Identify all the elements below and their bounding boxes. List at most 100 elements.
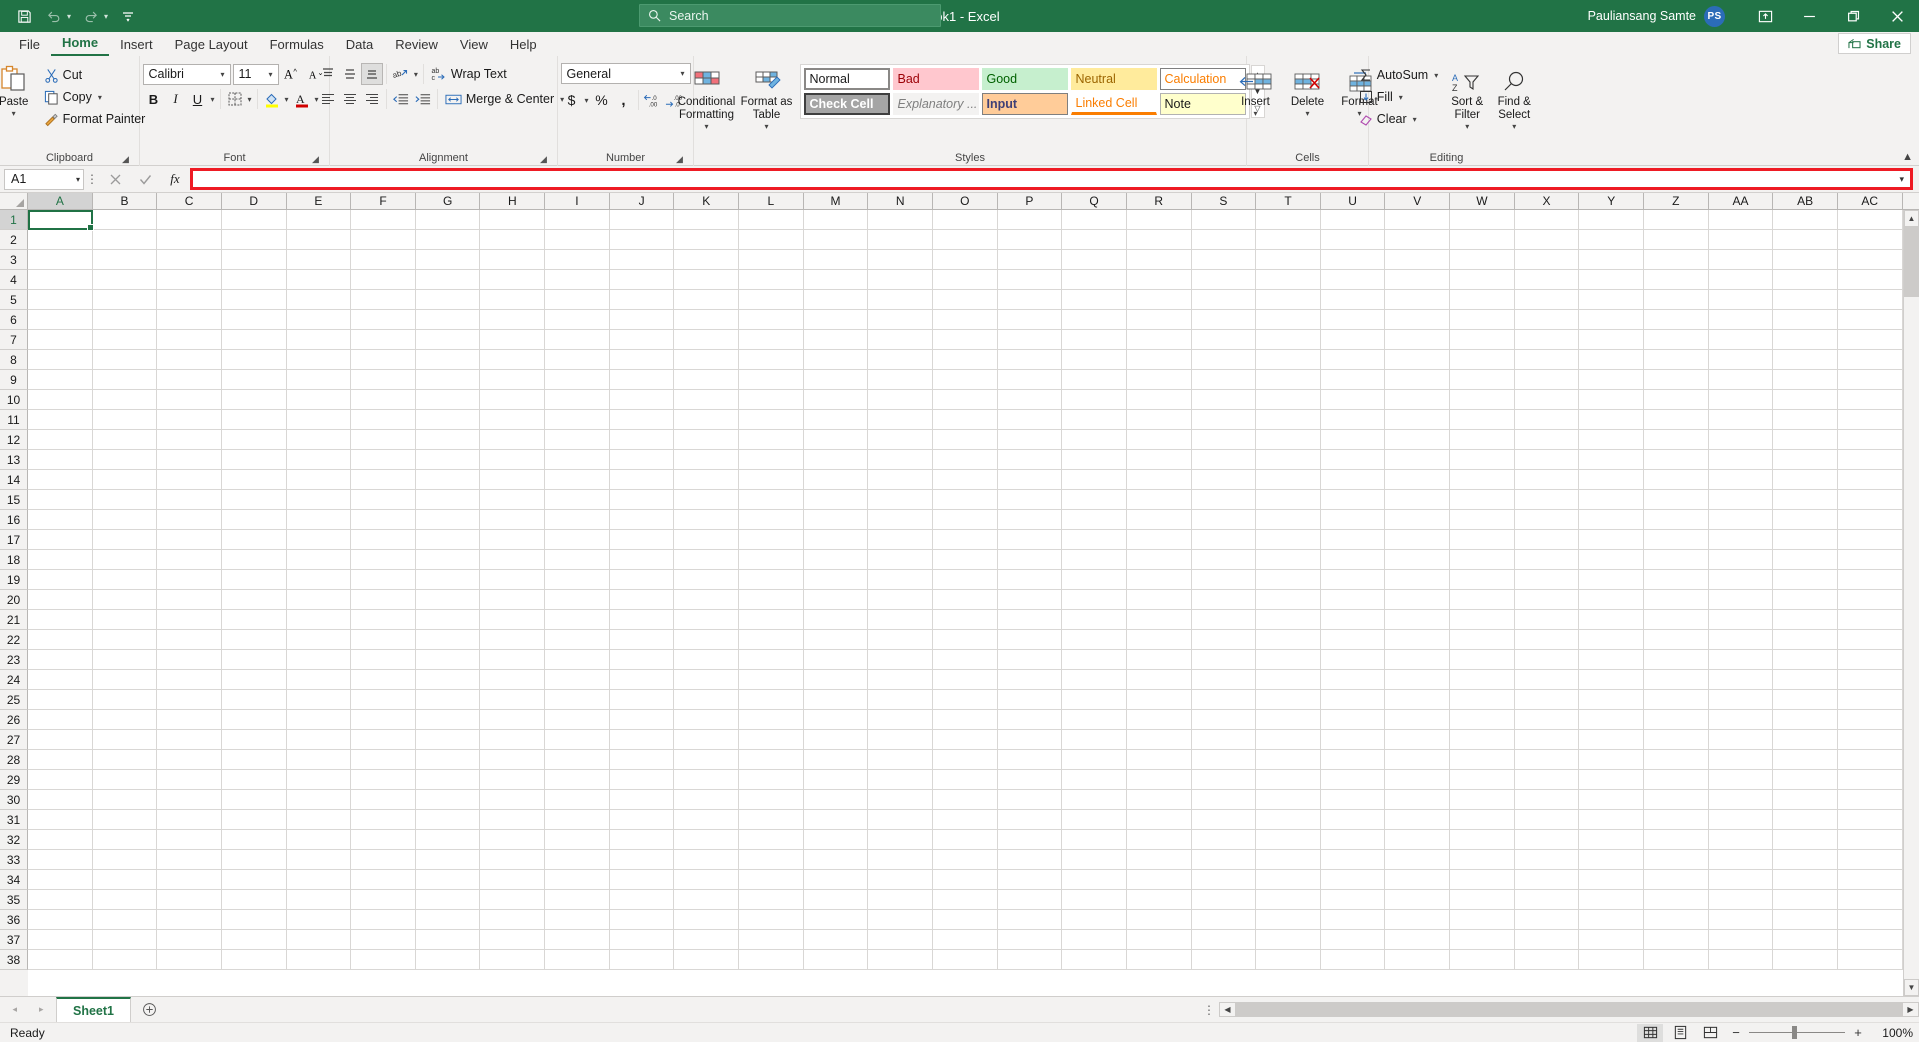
cell-E23[interactable] bbox=[286, 650, 352, 670]
cell-A22[interactable] bbox=[28, 630, 93, 650]
cell-J38[interactable] bbox=[609, 950, 675, 970]
tab-insert[interactable]: Insert bbox=[109, 34, 164, 56]
cell-A33[interactable] bbox=[28, 850, 93, 870]
cell-I17[interactable] bbox=[545, 530, 610, 550]
cell-F11[interactable] bbox=[351, 410, 416, 430]
cell-W4[interactable] bbox=[1450, 270, 1515, 290]
cell-R10[interactable] bbox=[1126, 390, 1192, 410]
cell-F28[interactable] bbox=[351, 750, 416, 770]
cell-C3[interactable] bbox=[157, 250, 222, 270]
cell-S21[interactable] bbox=[1191, 610, 1257, 630]
cell-O8[interactable] bbox=[932, 350, 998, 370]
cell-AA32[interactable] bbox=[1708, 830, 1774, 850]
cell-A10[interactable] bbox=[28, 390, 93, 410]
cell-AA26[interactable] bbox=[1708, 710, 1774, 730]
cell-U2[interactable] bbox=[1320, 230, 1386, 250]
cell-O3[interactable] bbox=[932, 250, 998, 270]
cell-AB11[interactable] bbox=[1773, 410, 1838, 430]
cell-T38[interactable] bbox=[1256, 950, 1321, 970]
cell-K26[interactable] bbox=[674, 710, 740, 730]
cell-E28[interactable] bbox=[286, 750, 352, 770]
tab-file[interactable]: File bbox=[8, 34, 51, 56]
cell-AC30[interactable] bbox=[1837, 790, 1903, 810]
cell-M8[interactable] bbox=[803, 350, 869, 370]
accounting-format-button[interactable]: $ bbox=[561, 89, 583, 111]
cell-O26[interactable] bbox=[932, 710, 998, 730]
cell-R30[interactable] bbox=[1126, 790, 1192, 810]
borders-button[interactable] bbox=[224, 88, 246, 110]
cell-K28[interactable] bbox=[674, 750, 740, 770]
cell-T24[interactable] bbox=[1256, 670, 1321, 690]
cell-AA34[interactable] bbox=[1708, 870, 1774, 890]
cell-E5[interactable] bbox=[286, 290, 352, 310]
cell-AA36[interactable] bbox=[1708, 910, 1774, 930]
column-header-U[interactable]: U bbox=[1320, 193, 1386, 210]
cell-I11[interactable] bbox=[545, 410, 610, 430]
cell-A15[interactable] bbox=[28, 490, 93, 510]
cell-E35[interactable] bbox=[286, 890, 352, 910]
cell-D21[interactable] bbox=[221, 610, 287, 630]
cell-D6[interactable] bbox=[221, 310, 287, 330]
cell-E31[interactable] bbox=[286, 810, 352, 830]
cell-N37[interactable] bbox=[868, 930, 933, 950]
cell-W30[interactable] bbox=[1450, 790, 1515, 810]
cell-I19[interactable] bbox=[545, 570, 610, 590]
cell-AC16[interactable] bbox=[1837, 510, 1903, 530]
cell-C23[interactable] bbox=[157, 650, 222, 670]
cell-J18[interactable] bbox=[609, 550, 675, 570]
cell-E15[interactable] bbox=[286, 490, 352, 510]
cell-Y25[interactable] bbox=[1579, 690, 1645, 710]
cell-F38[interactable] bbox=[351, 950, 416, 970]
cell-S37[interactable] bbox=[1191, 930, 1257, 950]
cell-A2[interactable] bbox=[28, 230, 93, 250]
cell-C37[interactable] bbox=[157, 930, 222, 950]
cell-V32[interactable] bbox=[1385, 830, 1451, 850]
row-header-37[interactable]: 37 bbox=[0, 930, 28, 950]
cell-AA6[interactable] bbox=[1708, 310, 1774, 330]
cell-M20[interactable] bbox=[803, 590, 869, 610]
cell-W9[interactable] bbox=[1450, 370, 1515, 390]
cell-K37[interactable] bbox=[674, 930, 740, 950]
cell-C8[interactable] bbox=[157, 350, 222, 370]
cell-AB31[interactable] bbox=[1773, 810, 1838, 830]
cell-G1[interactable] bbox=[415, 210, 481, 230]
cell-F33[interactable] bbox=[351, 850, 416, 870]
cell-Z9[interactable] bbox=[1644, 370, 1709, 390]
cell-H24[interactable] bbox=[480, 670, 546, 690]
search-input[interactable]: Search bbox=[639, 4, 941, 27]
style-check-cell[interactable]: Check Cell bbox=[803, 93, 890, 115]
cell-L33[interactable] bbox=[739, 850, 804, 870]
cell-I9[interactable] bbox=[545, 370, 610, 390]
cell-C11[interactable] bbox=[157, 410, 222, 430]
minimize-button[interactable] bbox=[1787, 0, 1831, 32]
cell-H23[interactable] bbox=[480, 650, 546, 670]
cell-D14[interactable] bbox=[221, 470, 287, 490]
cell-AC38[interactable] bbox=[1837, 950, 1903, 970]
cell-AB35[interactable] bbox=[1773, 890, 1838, 910]
cell-AA13[interactable] bbox=[1708, 450, 1774, 470]
align-left-button[interactable] bbox=[317, 88, 339, 110]
cell-B9[interactable] bbox=[92, 370, 158, 390]
cell-T3[interactable] bbox=[1256, 250, 1321, 270]
cell-Q37[interactable] bbox=[1062, 930, 1127, 950]
cell-T32[interactable] bbox=[1256, 830, 1321, 850]
cell-R22[interactable] bbox=[1126, 630, 1192, 650]
avatar[interactable]: PS bbox=[1704, 5, 1725, 27]
cell-Z36[interactable] bbox=[1644, 910, 1709, 930]
cell-G20[interactable] bbox=[415, 590, 481, 610]
cell-L9[interactable] bbox=[739, 370, 804, 390]
cell-F32[interactable] bbox=[351, 830, 416, 850]
cell-U33[interactable] bbox=[1320, 850, 1386, 870]
cell-I31[interactable] bbox=[545, 810, 610, 830]
cell-B3[interactable] bbox=[92, 250, 158, 270]
cell-G17[interactable] bbox=[415, 530, 481, 550]
cell-J14[interactable] bbox=[609, 470, 675, 490]
cell-C13[interactable] bbox=[157, 450, 222, 470]
cell-K36[interactable] bbox=[674, 910, 740, 930]
cell-U13[interactable] bbox=[1320, 450, 1386, 470]
cell-C21[interactable] bbox=[157, 610, 222, 630]
cell-W5[interactable] bbox=[1450, 290, 1515, 310]
row-header-10[interactable]: 10 bbox=[0, 390, 28, 410]
cell-Q24[interactable] bbox=[1062, 670, 1127, 690]
cell-G33[interactable] bbox=[415, 850, 481, 870]
